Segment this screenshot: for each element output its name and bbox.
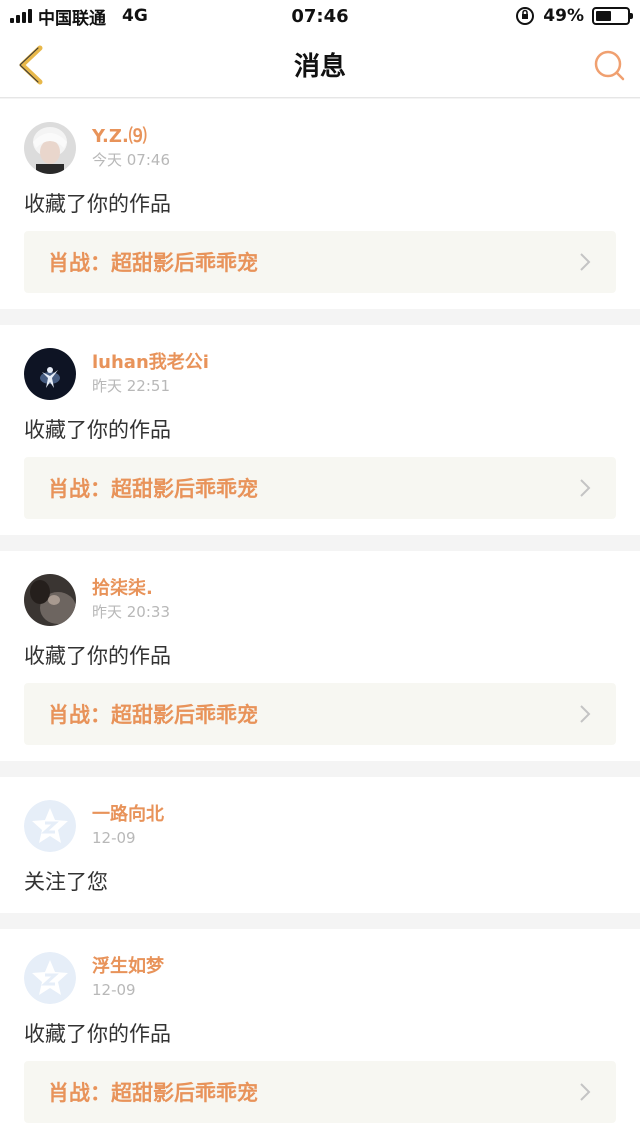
battery-percent: 49% <box>543 6 584 26</box>
timestamp: 昨天 20:33 <box>92 603 170 621</box>
notification-card: 拾柒柒. 昨天 20:33 收藏了你的作品 肖战：超甜影后乖乖宠 <box>0 551 640 761</box>
notification-card: 浮生如梦 12-09 收藏了你的作品 肖战：超甜影后乖乖宠 <box>0 929 640 1138</box>
card-header: 一路向北 12-09 <box>24 799 616 853</box>
orientation-lock-icon <box>516 7 535 25</box>
username[interactable]: 一路向北 <box>92 804 164 826</box>
timestamp: 昨天 22:51 <box>92 377 170 395</box>
work-link[interactable]: 肖战：超甜影后乖乖宠 <box>24 1061 616 1123</box>
username[interactable]: luhan我老公i <box>92 352 209 374</box>
username[interactable]: 拾柒柒. <box>92 578 170 600</box>
notification-card: Y.Z.⑼ 今天 07:46 收藏了你的作品 肖战：超甜影后乖乖宠 <box>0 99 640 309</box>
user-meta: 拾柒柒. 昨天 20:33 <box>92 578 170 622</box>
card-header: Y.Z.⑼ 今天 07:46 <box>24 121 616 175</box>
notification-card: luhan我老公i 昨天 22:51 收藏了你的作品 肖战：超甜影后乖乖宠 <box>0 325 640 535</box>
user-meta: 一路向北 12-09 <box>92 804 164 848</box>
work-link[interactable]: 肖战：超甜影后乖乖宠 <box>24 231 616 293</box>
user-meta: Y.Z.⑼ 今天 07:46 <box>92 126 170 170</box>
back-icon[interactable] <box>14 44 48 86</box>
card-header: 拾柒柒. 昨天 20:33 <box>24 573 616 627</box>
carrier-label: 中国联通 <box>38 8 106 29</box>
work-title: 肖战：超甜影后乖乖宠 <box>48 477 258 501</box>
nav-bar: 消息 <box>0 32 640 98</box>
avatar[interactable] <box>24 348 76 400</box>
signal-icon <box>10 9 32 23</box>
battery-icon <box>591 7 633 25</box>
work-link[interactable]: 肖战：超甜影后乖乖宠 <box>24 457 616 519</box>
work-title: 肖战：超甜影后乖乖宠 <box>48 703 258 727</box>
card-header: 浮生如梦 12-09 <box>24 951 616 1005</box>
status-time: 07:46 <box>291 5 349 27</box>
status-bar: 中国联通 4G 07:46 49% <box>0 0 640 32</box>
timestamp: 12-09 <box>92 829 136 847</box>
avatar[interactable] <box>24 122 76 174</box>
status-left: 中国联通 4G <box>10 4 210 29</box>
chevron-right-icon <box>580 1083 591 1101</box>
battery-fill <box>595 11 611 21</box>
chevron-right-icon <box>580 253 591 271</box>
work-link[interactable]: 肖战：超甜影后乖乖宠 <box>24 683 616 745</box>
card-header: luhan我老公i 昨天 22:51 <box>24 347 616 401</box>
action-text: 收藏了你的作品 <box>24 192 171 216</box>
timestamp: 今天 07:46 <box>92 151 170 169</box>
timestamp: 12-09 <box>92 981 136 999</box>
action-text: 收藏了你的作品 <box>24 1022 171 1046</box>
default-avatar-icon[interactable] <box>24 800 76 852</box>
default-avatar-icon[interactable] <box>24 952 76 1004</box>
action-text: 收藏了你的作品 <box>24 644 171 668</box>
notification-card: 一路向北 12-09 关注了您 <box>0 777 640 913</box>
work-title: 肖战：超甜影后乖乖宠 <box>48 1081 258 1105</box>
chevron-right-icon <box>580 479 591 497</box>
user-meta: luhan我老公i 昨天 22:51 <box>92 352 209 396</box>
action-text: 关注了您 <box>24 870 108 894</box>
work-title: 肖战：超甜影后乖乖宠 <box>48 251 258 275</box>
user-meta: 浮生如梦 12-09 <box>92 956 164 1000</box>
search-icon[interactable] <box>592 48 626 82</box>
avatar[interactable] <box>24 574 76 626</box>
notification-feed: Y.Z.⑼ 今天 07:46 收藏了你的作品 肖战：超甜影后乖乖宠 luhan我… <box>0 99 640 1138</box>
page-title: 消息 <box>293 52 346 82</box>
chevron-right-icon <box>580 705 591 723</box>
username[interactable]: Y.Z.⑼ <box>92 126 170 148</box>
status-right: 49% <box>430 6 633 26</box>
network-label: 4G <box>122 6 148 26</box>
action-text: 收藏了你的作品 <box>24 418 171 442</box>
username[interactable]: 浮生如梦 <box>92 956 164 978</box>
